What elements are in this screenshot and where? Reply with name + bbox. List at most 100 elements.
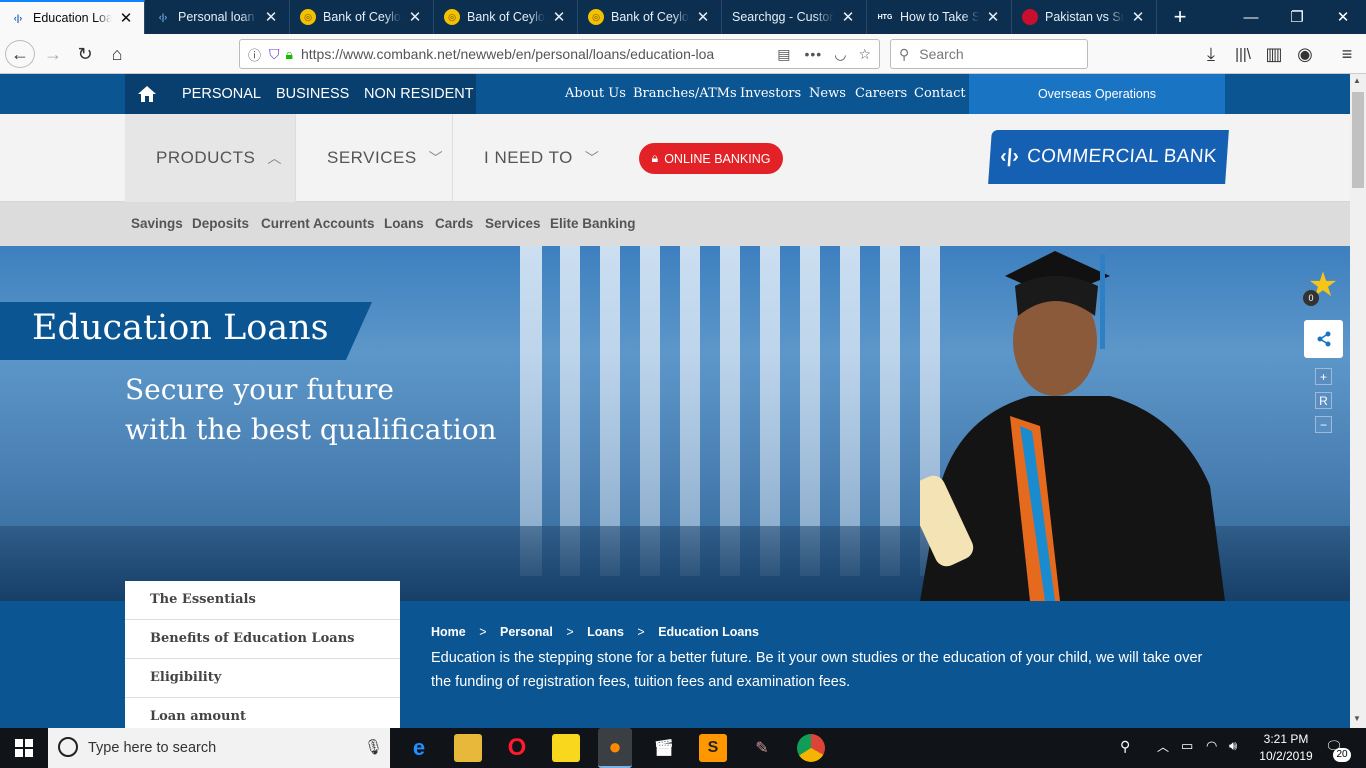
battery-icon[interactable]: ▭ (1181, 738, 1193, 754)
firefox-icon[interactable]: ● (598, 728, 632, 768)
nav-non-resident[interactable]: NON RESIDENT (364, 74, 474, 114)
home-icon[interactable]: ⌂ (102, 40, 132, 68)
volume-icon[interactable]: 🔊︎ (1229, 738, 1237, 754)
downloads-icon[interactable]: ⤓ (1196, 40, 1226, 68)
edge-icon[interactable]: e (405, 734, 433, 762)
scrollbar-thumb[interactable] (1352, 92, 1364, 188)
subnav-services[interactable]: Services (485, 202, 541, 246)
file-explorer-icon[interactable] (454, 734, 482, 762)
subnav-savings[interactable]: Savings (131, 202, 183, 246)
nav-business[interactable]: BUSINESS (276, 74, 349, 114)
breadcrumb-personal[interactable]: Personal (500, 625, 553, 639)
close-tab-icon[interactable]: ✕ (118, 9, 134, 27)
link-news[interactable]: News (809, 74, 846, 114)
tab-how-to-take[interactable]: HTG How to Take Sc ✕ (867, 0, 1012, 34)
account-icon[interactable]: ◉ (1290, 40, 1320, 68)
url-bar[interactable]: ⓘ ⛉ 🔒︎ https://www.combank.net/newweb/en… (239, 39, 880, 69)
close-tab-icon[interactable]: ✕ (695, 8, 711, 26)
info-icon[interactable]: ⓘ (248, 45, 261, 64)
windows-start-icon[interactable] (10, 734, 38, 762)
menu-i-need-to[interactable]: I NEED TO ﹀ (484, 114, 599, 202)
taskbar-search-input[interactable]: Type here to search 🎙︎ (48, 728, 390, 768)
tab-searchgg[interactable]: Searchgg - Custom ✕ (722, 0, 867, 34)
tab-bank-of-ceylon-3[interactable]: ◎ Bank of Ceylon ✕ (578, 0, 722, 34)
tab-pakistan-vs-sri-lanka[interactable]: Pakistan vs Sri L ✕ (1012, 0, 1157, 34)
news-favicon-icon (1022, 9, 1038, 25)
page-scrollbar[interactable]: ▲ ▼ (1350, 74, 1366, 728)
sublime-text-icon[interactable]: S (699, 734, 727, 762)
link-contact[interactable]: Contact (914, 74, 966, 114)
font-reset-button[interactable]: R (1315, 392, 1332, 409)
close-tab-icon[interactable]: ✕ (551, 8, 567, 26)
site-home-button[interactable] (125, 74, 169, 114)
scroll-down-icon[interactable]: ▼ (1353, 714, 1361, 723)
people-icon[interactable]: ⚲ (1120, 738, 1130, 755)
menu-icon[interactable]: ≡ (1332, 40, 1362, 68)
library-icon[interactable]: |||\ (1228, 40, 1258, 68)
boc-favicon-icon: ◎ (300, 9, 316, 25)
forward-arrow-icon[interactable]: → (38, 40, 68, 68)
close-tab-icon[interactable]: ✕ (407, 8, 423, 26)
side-menu-benefits[interactable]: Benefits of Education Loans (125, 620, 400, 659)
pocket-icon[interactable]: ◡ (834, 46, 846, 63)
tab-education-loan[interactable]: ‹|› Education Loan ✕ (0, 0, 145, 34)
subnav-cards[interactable]: Cards (435, 202, 473, 246)
tray-expand-icon[interactable]: ︿ (1157, 738, 1169, 755)
tab-personal-loan[interactable]: ‹|› Personal loan | ✕ (145, 0, 290, 34)
reader-view-icon[interactable]: ▤ (777, 46, 790, 63)
paint-icon[interactable]: ✎ (748, 734, 776, 762)
online-banking-button[interactable]: 🔒︎ ONLINE BANKING (639, 143, 783, 174)
sidebar-icon[interactable]: ▥ (1259, 40, 1289, 68)
tracking-shield-icon[interactable]: ⛉ (269, 46, 280, 63)
link-branches-atms[interactable]: Branches/ATMs (633, 74, 737, 114)
close-tab-icon[interactable]: ✕ (840, 8, 856, 26)
bookmark-star-icon[interactable]: ☆ (858, 46, 871, 63)
video-editor-icon[interactable]: 🎬︎ (650, 734, 678, 762)
font-increase-button[interactable]: + (1315, 368, 1332, 385)
restore-icon[interactable]: ❐ (1274, 0, 1320, 34)
page-actions-icon[interactable]: ••• (805, 46, 823, 62)
sticky-notes-icon[interactable] (552, 734, 580, 762)
share-button[interactable] (1304, 320, 1343, 358)
hero-subtitle-line2: with the best qualification (125, 413, 497, 446)
breadcrumb-loans[interactable]: Loans (587, 625, 624, 639)
close-tab-icon[interactable]: ✕ (263, 8, 279, 26)
menu-products[interactable]: PRODUCTS ︿ (156, 114, 282, 202)
close-tab-icon[interactable]: ✕ (1130, 8, 1146, 26)
scroll-up-icon[interactable]: ▲ (1353, 76, 1361, 85)
site-main-nav: PRODUCTS ︿ SERVICES ﹀ I NEED TO ﹀ 🔒︎ ONLINE… (0, 114, 1350, 202)
close-window-icon[interactable]: ✕ (1320, 0, 1366, 34)
side-menu-essentials[interactable]: The Essentials (125, 581, 400, 620)
subnav-deposits[interactable]: Deposits (192, 202, 249, 246)
new-tab-icon[interactable]: + (1157, 0, 1203, 34)
opera-icon[interactable]: O (503, 734, 531, 762)
minimize-icon[interactable]: — (1228, 0, 1274, 34)
chevron-up-icon: ︿ (267, 150, 282, 166)
link-careers[interactable]: Careers (855, 74, 907, 114)
overseas-operations-link[interactable]: Overseas Operations (969, 74, 1225, 114)
microphone-icon[interactable]: 🎙︎ (364, 738, 383, 756)
nav-personal[interactable]: PERSONAL (182, 74, 261, 114)
back-arrow-icon[interactable]: ← (5, 40, 35, 68)
htg-favicon-icon: HTG (877, 13, 893, 21)
font-decrease-button[interactable]: − (1315, 416, 1332, 433)
link-investors[interactable]: Investors (740, 74, 801, 114)
side-menu-eligibility[interactable]: Eligibility (125, 659, 400, 698)
browser-search-input[interactable]: ⚲ Search (890, 39, 1088, 69)
close-tab-icon[interactable]: ✕ (985, 8, 1001, 26)
commercial-bank-logo[interactable]: ‹|› COMMERCIAL BANK (988, 130, 1229, 184)
subnav-current-accounts[interactable]: Current Accounts (261, 202, 375, 246)
reload-icon[interactable]: ↻ (70, 40, 100, 68)
system-clock[interactable]: 3:21 PM 10/2/2019 (1255, 731, 1317, 765)
link-about-us[interactable]: About Us (565, 74, 626, 114)
breadcrumb-home[interactable]: Home (431, 625, 466, 639)
subnav-loans[interactable]: Loans (384, 202, 424, 246)
tab-bank-of-ceylon-1[interactable]: ◎ Bank of Ceylon ✕ (290, 0, 434, 34)
windows-taskbar: Type here to search 🎙︎ e O ● 🎬︎ S ✎ ⚲ ︿ … (0, 728, 1366, 768)
subnav-elite-banking[interactable]: Elite Banking (550, 202, 636, 246)
tab-bank-of-ceylon-2[interactable]: ◎ Bank of Ceylon ✕ (434, 0, 578, 34)
wifi-icon[interactable]: ◠ (1206, 738, 1217, 754)
chrome-icon[interactable] (797, 734, 825, 762)
url-text[interactable]: https://www.combank.net/newweb/en/person… (301, 46, 763, 62)
menu-services[interactable]: SERVICES ﹀ (327, 114, 443, 202)
